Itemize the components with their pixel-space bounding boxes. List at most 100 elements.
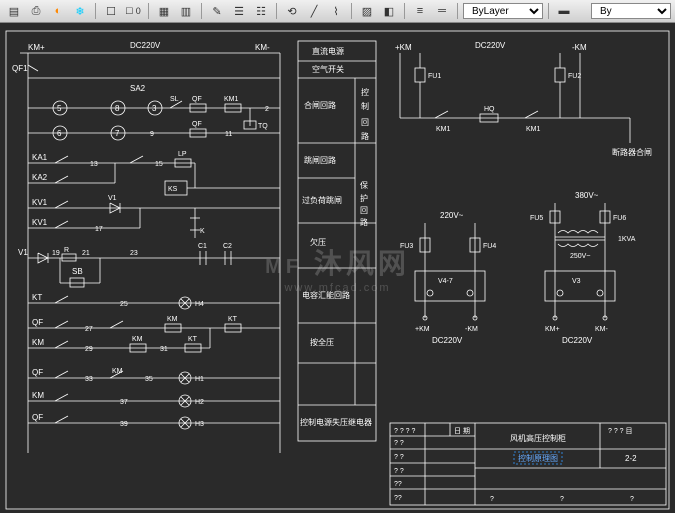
svg-text:? ? ? ?: ? ? ? ? xyxy=(394,428,416,435)
svg-text:V1: V1 xyxy=(108,195,117,202)
svg-text:控: 控 xyxy=(361,87,369,97)
svg-text:KM1: KM1 xyxy=(436,126,451,133)
svg-text:按全压: 按全压 xyxy=(310,337,334,347)
vp-icon[interactable]: ▦ xyxy=(154,1,174,21)
svg-text:控制电源失压继电器: 控制电源失压继电器 xyxy=(300,417,372,427)
svg-text:?: ? xyxy=(560,496,564,503)
svg-text:3: 3 xyxy=(152,104,157,113)
match-icon[interactable]: ✎ xyxy=(207,1,227,21)
svg-text:DC220V: DC220V xyxy=(130,41,161,50)
svg-text:H4: H4 xyxy=(195,301,204,308)
drawing-canvas[interactable]: KM+ DC220V KM- QF1 SA2 5 8 3 SL QF KM1 2… xyxy=(0,23,675,513)
svg-text:日 期: 日 期 xyxy=(454,427,470,435)
vp2-icon[interactable]: ▥ xyxy=(176,1,196,21)
svg-text:DC220V: DC220V xyxy=(432,336,463,345)
layer-color-select[interactable]: ByLayer xyxy=(463,3,543,19)
svg-text:KM: KM xyxy=(167,316,178,323)
svg-text:QF: QF xyxy=(192,121,202,128)
svg-text:29: 29 xyxy=(85,346,93,353)
style-select[interactable]: By xyxy=(591,3,671,19)
svg-text:?: ? xyxy=(630,496,634,503)
schematic-svg: KM+ DC220V KM- QF1 SA2 5 8 3 SL QF KM1 2… xyxy=(0,23,675,513)
toolbar: ▤ ⎙ ◐ ❄ ☐ ☐ 0 ▦ ▥ ✎ ☰ ☷ ⟲ ╱ ⌇ ▨ ◧ ≡ ═ By… xyxy=(0,0,675,23)
svg-text:KV1: KV1 xyxy=(32,198,48,207)
svg-text:KS: KS xyxy=(168,186,178,193)
svg-text:??: ?? xyxy=(394,481,402,488)
svg-text:SL: SL xyxy=(170,96,179,103)
layer-icon[interactable]: ▤ xyxy=(4,1,24,21)
svg-text:C1: C1 xyxy=(198,243,207,250)
svg-text:KM: KM xyxy=(32,391,44,400)
svg-text:KM1: KM1 xyxy=(526,126,541,133)
line-icon[interactable]: ╱ xyxy=(304,1,324,21)
svg-text:220V~: 220V~ xyxy=(440,211,464,220)
title-block: ? ? ? ? 日 期 ? ? ? ? ? ? ?? ?? ? ? ? 目 风机… xyxy=(390,423,666,505)
right-mid-left: 220V~ FU3 FU4 V4-7 +KM -KM DC220V xyxy=(400,211,496,345)
svg-text:9: 9 xyxy=(150,131,154,138)
svg-text:KM: KM xyxy=(132,336,143,343)
svg-text:FU3: FU3 xyxy=(400,243,413,250)
svg-text:19: 19 xyxy=(52,250,60,257)
svg-text:电容汇能回路: 电容汇能回路 xyxy=(302,290,350,300)
svg-text:? ?: ? ? xyxy=(394,468,404,475)
svg-text:KM1: KM1 xyxy=(224,96,239,103)
svg-text:V3: V3 xyxy=(572,278,581,285)
svg-text:FU5: FU5 xyxy=(530,215,543,222)
list-icon[interactable]: ☰ xyxy=(229,1,249,21)
svg-text:K: K xyxy=(200,228,205,235)
svg-text:8: 8 xyxy=(115,104,120,113)
svg-text:33: 33 xyxy=(85,376,93,383)
svg-text:? ?: ? ? xyxy=(394,440,404,447)
svg-text:H1: H1 xyxy=(195,376,204,383)
layer0-icon[interactable]: ☐ 0 xyxy=(123,1,143,21)
svg-text:直流电源: 直流电源 xyxy=(312,46,344,56)
svg-text:11: 11 xyxy=(225,131,232,138)
svg-text:QF: QF xyxy=(32,368,43,377)
svg-text:2: 2 xyxy=(265,106,269,113)
svg-text:39: 39 xyxy=(120,421,128,428)
svg-text:+KM: +KM xyxy=(395,43,412,52)
svg-text:V4-7: V4-7 xyxy=(438,278,453,285)
pline-icon[interactable]: ⌇ xyxy=(326,1,346,21)
svg-text:??: ?? xyxy=(394,495,402,502)
layer-prev-icon[interactable]: ⟲ xyxy=(282,1,302,21)
svg-text:KM-: KM- xyxy=(255,43,270,52)
left-circuit: KM+ DC220V KM- QF1 SA2 5 8 3 SL QF KM1 2… xyxy=(12,41,280,453)
svg-text:15: 15 xyxy=(155,161,163,168)
svg-text:? ? ? 目: ? ? ? 目 xyxy=(608,427,633,435)
square-icon[interactable]: ☐ xyxy=(101,1,121,21)
svg-text:1KVA: 1KVA xyxy=(618,236,636,243)
svg-text:控制原理图: 控制原理图 xyxy=(518,453,558,463)
svg-text:QF: QF xyxy=(32,413,43,422)
print-icon[interactable]: ⎙ xyxy=(26,1,46,21)
svg-text:欠压: 欠压 xyxy=(310,237,326,247)
svg-text:C2: C2 xyxy=(223,243,232,250)
svg-text:KT: KT xyxy=(32,293,42,302)
color2-icon[interactable]: ▬ xyxy=(554,1,574,21)
freeze-icon[interactable]: ❄ xyxy=(70,1,90,21)
list2-icon[interactable]: ☷ xyxy=(251,1,271,21)
hatch-icon[interactable]: ▨ xyxy=(357,1,377,21)
svg-text:FU1: FU1 xyxy=(428,73,441,80)
svg-text:-KM: -KM xyxy=(465,326,478,333)
lineweight-icon[interactable]: ═ xyxy=(432,1,452,21)
right-top-circuit: +KM DC220V -KM FU1 FU2 KM1 HQ KM1 断路器合闸 xyxy=(395,41,652,157)
linetype-icon[interactable]: ≡ xyxy=(410,1,430,21)
svg-text:路: 路 xyxy=(361,131,369,141)
color-icon[interactable]: ◐ xyxy=(48,1,68,21)
svg-text:过负荷跳闸: 过负荷跳闸 xyxy=(302,195,342,205)
svg-text:V1: V1 xyxy=(18,248,28,257)
svg-text:? ?: ? ? xyxy=(394,454,404,461)
function-table: 直流电源 空气开关 合闸回路 控制回路 跳闸回路 过负荷跳闸 保护回路 欠压 电… xyxy=(298,41,376,441)
svg-text:6: 6 xyxy=(57,129,62,138)
svg-text:KM: KM xyxy=(112,368,123,375)
grad-icon[interactable]: ◧ xyxy=(379,1,399,21)
svg-text:31: 31 xyxy=(160,346,168,353)
svg-text:QF: QF xyxy=(192,96,202,103)
svg-text:KV1: KV1 xyxy=(32,218,48,227)
svg-text:护: 护 xyxy=(360,193,368,203)
svg-text:KT: KT xyxy=(228,316,238,323)
svg-text:KT: KT xyxy=(188,336,198,343)
svg-text:DC220V: DC220V xyxy=(562,336,593,345)
svg-text:制: 制 xyxy=(361,101,369,111)
